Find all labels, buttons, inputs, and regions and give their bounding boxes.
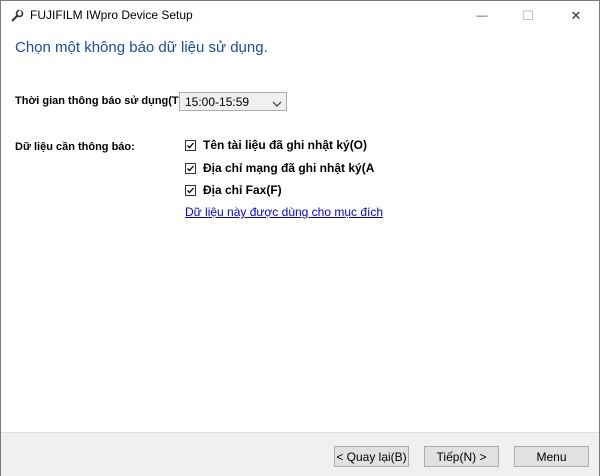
option-document-name-label: Tên tài liệu đã ghi nhật ký(O)	[203, 138, 368, 152]
close-button[interactable]: ✕	[553, 1, 599, 30]
minimize-button[interactable]: —	[459, 1, 505, 30]
usage-time-value: 15:00-15:59	[185, 95, 250, 109]
option-fax-address[interactable]: Địa chỉ Fax(F)	[185, 182, 282, 198]
setup-window: FUJIFILM IWpro Device Setup — ☐ ✕ Chọn m…	[0, 0, 600, 476]
option-fax-address-label: Địa chỉ Fax(F)	[203, 183, 282, 197]
checkmark-icon[interactable]	[185, 184, 196, 196]
back-button[interactable]: < Quay lại(B)	[334, 446, 409, 467]
chevron-down-icon	[272, 97, 282, 107]
checkmark-icon[interactable]	[185, 162, 196, 174]
maximize-button[interactable]: ☐	[505, 1, 551, 30]
option-network-address[interactable]: Địa chỉ mạng đã ghi nhật ký(A	[185, 160, 374, 176]
settings-wrench-icon	[9, 8, 25, 24]
checkmark-icon[interactable]	[185, 139, 196, 151]
minimize-icon: —	[476, 9, 488, 22]
option-document-name[interactable]: Tên tài liệu đã ghi nhật ký(O)	[185, 137, 367, 153]
usage-time-dropdown[interactable]: 15:00-15:59	[179, 92, 287, 111]
data-purpose-link[interactable]: Dữ liệu này được dùng cho mục đích	[185, 205, 383, 219]
close-icon: ✕	[570, 7, 582, 23]
menu-button[interactable]: Menu	[514, 446, 589, 467]
maximize-icon: ☐	[522, 7, 534, 23]
title-bar[interactable]: FUJIFILM IWpro Device Setup — ☐ ✕	[1, 1, 599, 30]
footer-bar: < Quay lại(B) Tiếp(N) > Menu	[1, 432, 599, 476]
page-heading: Chọn một không báo dữ liệu sử dụng.	[15, 39, 268, 56]
usage-time-label: Thời gian thông báo sử dụng(T):	[15, 95, 186, 107]
window-title: FUJIFILM IWpro Device Setup	[30, 8, 193, 22]
option-network-address-label: Địa chỉ mạng đã ghi nhật ký(A	[203, 161, 375, 175]
next-button[interactable]: Tiếp(N) >	[424, 446, 499, 467]
notify-data-label: Dữ liệu cần thông báo:	[15, 141, 135, 153]
